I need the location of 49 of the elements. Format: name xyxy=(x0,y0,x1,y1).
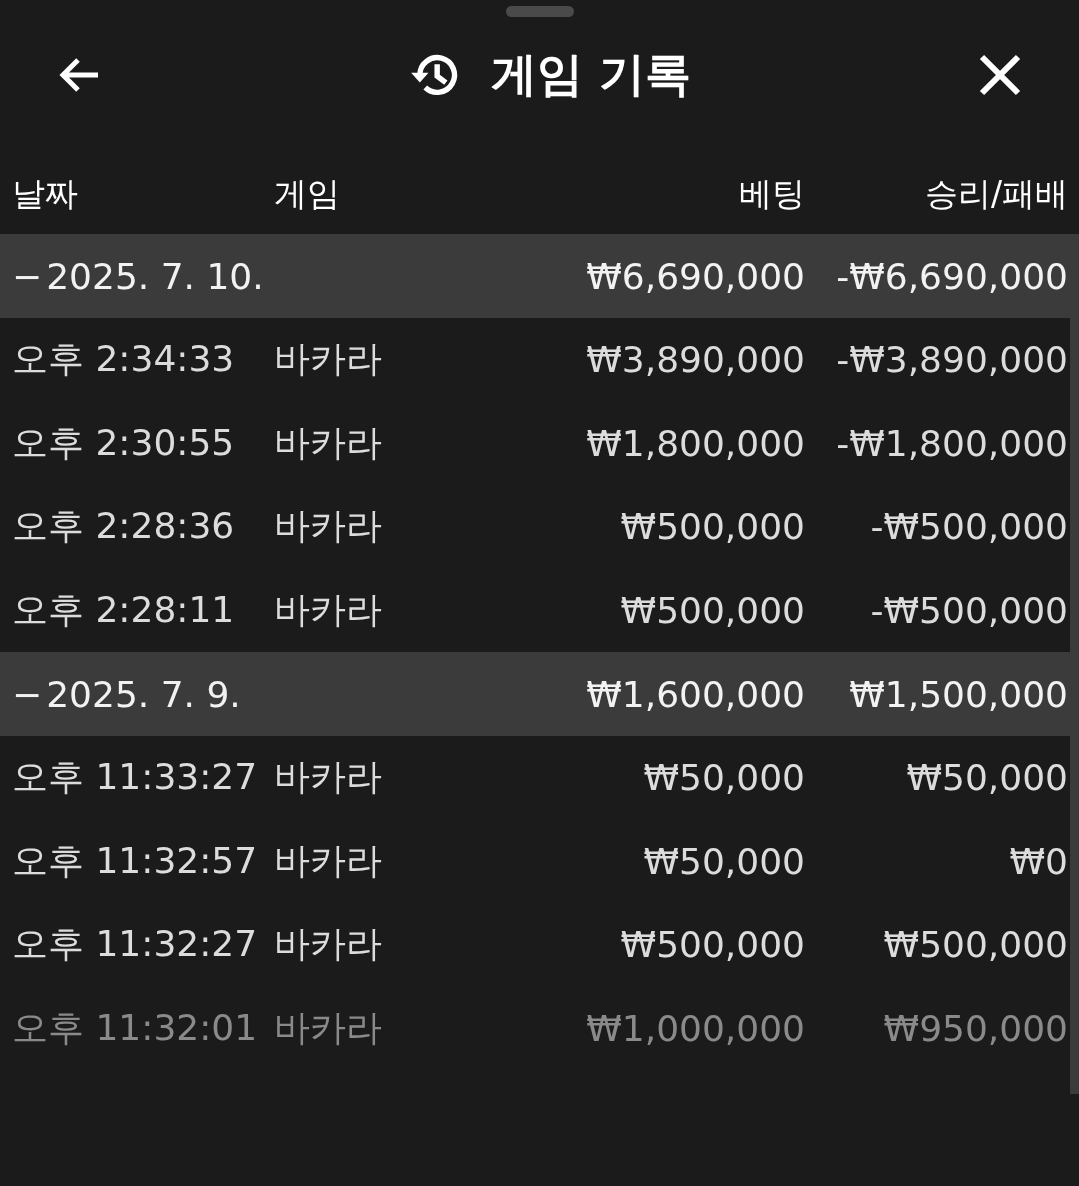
table-cell: ₩50,000 xyxy=(643,757,805,799)
column-header: 승리/패배 xyxy=(924,172,1068,215)
table-cell-text: 바카라 xyxy=(274,420,383,465)
date-group-row[interactable]: −2025. 7. 10. ₩6,690,000 -₩6,690,000 xyxy=(0,234,1070,318)
column-header: 베팅 xyxy=(739,172,805,215)
table-cell-text: 바카라 xyxy=(274,922,383,967)
table-cell: ₩950,000 xyxy=(883,1007,1068,1049)
sheet-title: 게임 기록 xyxy=(491,45,691,103)
group-result-total: ₩1,500,000 xyxy=(849,673,1068,715)
table-cell: ₩50,000 xyxy=(906,757,1068,799)
group-date: −2025. 7. 10. xyxy=(12,255,265,297)
table-cell: ₩1,800,000 xyxy=(586,422,805,464)
collapse-toggle[interactable]: − xyxy=(12,673,43,715)
drag-handle[interactable] xyxy=(505,6,574,17)
table-cell: ₩500,000 xyxy=(620,924,805,966)
table-cell-text: 바카라 xyxy=(274,755,383,800)
table-cell: ₩500,000 xyxy=(620,506,805,548)
date-group-row[interactable]: −2025. 7. 9. ₩1,600,000 ₩1,500,000 xyxy=(0,652,1070,736)
table-cell-text: 오후 2:30:55 xyxy=(12,420,236,465)
table-cell-text: 오후 11:33:27 xyxy=(12,755,259,800)
table-cell: -₩1,800,000 xyxy=(836,422,1068,464)
table-cell: ₩500,000 xyxy=(620,589,805,631)
table-cell: ₩3,890,000 xyxy=(586,339,805,381)
group-bet-total: ₩6,690,000 xyxy=(586,255,805,297)
table-cell: -₩3,890,000 xyxy=(836,339,1068,381)
table-cell-text: 오후 11:32:01 xyxy=(12,1005,259,1050)
table-cell: ₩500,000 xyxy=(883,924,1068,966)
group-date: −2025. 7. 9. xyxy=(12,673,242,715)
group-bet-total: ₩1,600,000 xyxy=(586,673,805,715)
table-cell-text: 오후 2:34:33 xyxy=(12,337,236,382)
table-cell-text: 바카라 xyxy=(274,337,383,382)
table-cell: -₩500,000 xyxy=(870,589,1068,631)
table-cell: ₩0 xyxy=(1009,840,1068,882)
table-cell-text: 오후 2:28:11 xyxy=(12,587,236,632)
column-header: 날짜 xyxy=(12,172,79,215)
table-cell: ₩50,000 xyxy=(643,840,805,882)
table-cell-text: 바카라 xyxy=(274,587,383,632)
table-cell: -₩500,000 xyxy=(870,506,1068,548)
table-cell-text: 바카라 xyxy=(274,1005,383,1050)
table-cell-text: 바카라 xyxy=(274,504,383,549)
table-cell-text: 바카라 xyxy=(274,838,383,883)
table-cell-text: 오후 2:28:36 xyxy=(12,504,236,549)
table-cell: ₩1,000,000 xyxy=(586,1007,805,1049)
column-header: 게임 xyxy=(274,172,341,215)
table-cell-text: 오후 11:32:27 xyxy=(12,922,259,967)
table-cell-text: 오후 11:32:57 xyxy=(12,838,259,883)
collapse-toggle[interactable]: − xyxy=(12,255,43,297)
scrollbar[interactable] xyxy=(1070,234,1079,1094)
group-result-total: -₩6,690,000 xyxy=(836,255,1068,297)
